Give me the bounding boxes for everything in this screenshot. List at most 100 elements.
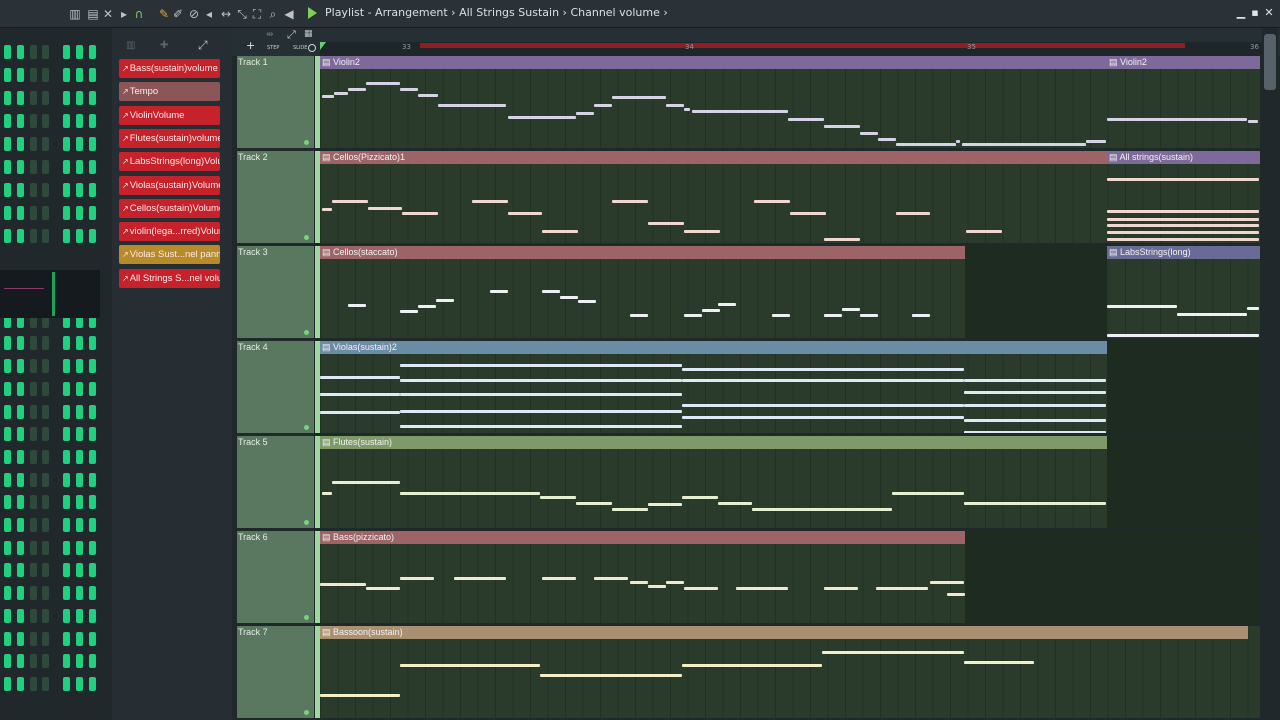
clip-menu-icon[interactable]: ▤ <box>322 247 331 257</box>
step-button[interactable] <box>17 359 24 374</box>
step-button[interactable] <box>89 114 96 128</box>
step-button[interactable] <box>42 206 49 220</box>
step-button[interactable] <box>17 114 24 128</box>
step-button[interactable] <box>63 631 70 646</box>
step-button[interactable] <box>17 676 24 691</box>
step-button[interactable] <box>63 586 70 601</box>
step-button[interactable] <box>4 381 11 396</box>
step-button[interactable] <box>30 586 37 601</box>
list-icon[interactable]: ▥ <box>126 40 135 51</box>
step-button[interactable] <box>4 518 11 532</box>
automation-clip-item[interactable]: ↗Violas Sust...nel panning <box>119 245 220 265</box>
close-small-icon[interactable]: ✕ <box>103 6 113 22</box>
pattern-clip-header[interactable]: ▤ Bass(pizzicato) <box>320 531 965 544</box>
step-button[interactable] <box>4 160 11 174</box>
step-button[interactable] <box>30 68 37 82</box>
step-button[interactable] <box>17 608 24 623</box>
pattern-clip-body[interactable] <box>320 449 1107 528</box>
step-button[interactable] <box>63 608 70 623</box>
step-button[interactable] <box>76 137 83 151</box>
clip-menu-icon[interactable]: ▤ <box>322 627 331 637</box>
step-button[interactable] <box>76 631 83 646</box>
pattern-clip-header[interactable]: ▤ Violin2 <box>320 56 1107 69</box>
tool-icon[interactable]: ⤢ <box>287 28 296 42</box>
step-button[interactable] <box>76 518 83 532</box>
step-button[interactable] <box>17 229 24 243</box>
step-button[interactable] <box>89 91 96 105</box>
step-button[interactable] <box>63 336 70 351</box>
step-button[interactable] <box>76 608 83 623</box>
grid-icon[interactable]: ▦ <box>304 29 313 39</box>
track-lane[interactable]: ▤ Violas(sustain)2 <box>320 341 1260 433</box>
magnet-icon[interactable]: ∩ <box>133 6 145 22</box>
step-button[interactable] <box>42 563 49 578</box>
step-button[interactable] <box>4 68 11 82</box>
mixer-icon[interactable]: ▥ <box>68 6 82 22</box>
step-button[interactable] <box>76 45 83 59</box>
step-button[interactable] <box>4 114 11 128</box>
add-track-icon[interactable]: + <box>246 39 255 52</box>
step-button[interactable] <box>17 563 24 578</box>
track-active-indicator[interactable] <box>304 425 309 430</box>
step-button[interactable] <box>89 336 96 351</box>
step-button[interactable] <box>17 381 24 396</box>
step-button[interactable] <box>30 381 37 396</box>
step-button[interactable] <box>76 404 83 419</box>
track-active-indicator[interactable] <box>304 520 309 525</box>
pattern-clip-body[interactable] <box>1107 69 1260 148</box>
pattern-clip-header[interactable]: ▤ Cellos(Pizzicato)1 <box>320 151 1107 164</box>
step-button[interactable] <box>76 540 83 555</box>
step-button[interactable] <box>76 676 83 691</box>
track-lane[interactable]: ▤ Violin2 ▤ Violin2 <box>320 56 1260 148</box>
step-button[interactable] <box>42 91 49 105</box>
draw-icon[interactable]: ⤢ <box>198 38 208 53</box>
clip-menu-icon[interactable]: ▤ <box>322 532 331 542</box>
step-button[interactable] <box>17 183 24 197</box>
step-button[interactable] <box>89 518 96 532</box>
step-button[interactable] <box>89 359 96 374</box>
step-button[interactable] <box>63 404 70 419</box>
step-button[interactable] <box>30 359 37 374</box>
track-header[interactable]: Track 6 <box>237 531 321 623</box>
pattern-clip-header[interactable]: ▤ Violin2 <box>1107 56 1260 69</box>
step-button[interactable] <box>17 472 24 487</box>
track-lane[interactable]: ▤ Flutes(sustain) <box>320 436 1260 528</box>
step-button[interactable] <box>89 404 96 419</box>
clip-menu-icon[interactable]: ▤ <box>322 152 331 162</box>
step-button[interactable] <box>42 114 49 128</box>
step-button[interactable] <box>76 229 83 243</box>
step-button[interactable] <box>42 586 49 601</box>
pattern-clip-body[interactable] <box>1107 259 1260 338</box>
step-button[interactable] <box>42 68 49 82</box>
step-button[interactable] <box>30 91 37 105</box>
step-button[interactable] <box>63 160 70 174</box>
minimize-button[interactable]: ▁ <box>1235 7 1247 19</box>
automation-clip-item[interactable]: ↗Tempo <box>119 82 220 102</box>
step-button[interactable] <box>42 45 49 59</box>
step-button[interactable] <box>30 449 37 464</box>
step-button[interactable] <box>42 427 49 442</box>
step-button[interactable] <box>17 45 24 59</box>
step-button[interactable] <box>63 45 70 59</box>
step-button[interactable] <box>89 160 96 174</box>
piano-roll-icon[interactable]: ▤ <box>86 6 100 22</box>
step-button[interactable] <box>42 137 49 151</box>
step-button[interactable] <box>30 608 37 623</box>
pattern-clip-body[interactable] <box>320 259 965 338</box>
automation-clip-item[interactable]: ↗ViolinVolume <box>119 105 220 125</box>
clip-menu-icon[interactable]: ▤ <box>1109 247 1118 257</box>
step-button[interactable] <box>17 427 24 442</box>
track-active-indicator[interactable] <box>304 235 309 240</box>
step-button[interactable] <box>30 183 37 197</box>
automation-clip-item[interactable]: ↗All Strings S...nel volume <box>119 268 220 288</box>
step-button[interactable] <box>4 495 11 510</box>
clip-menu-icon[interactable]: ▤ <box>322 57 331 67</box>
step-button[interactable] <box>17 495 24 510</box>
step-button[interactable] <box>76 563 83 578</box>
step-button[interactable] <box>17 137 24 151</box>
track-header[interactable]: Track 3 <box>237 246 321 338</box>
automation-clip-item[interactable]: ↗Flutes(sustain)volume <box>119 128 220 148</box>
step-button[interactable] <box>17 336 24 351</box>
step-button[interactable] <box>30 563 37 578</box>
step-button[interactable] <box>63 229 70 243</box>
